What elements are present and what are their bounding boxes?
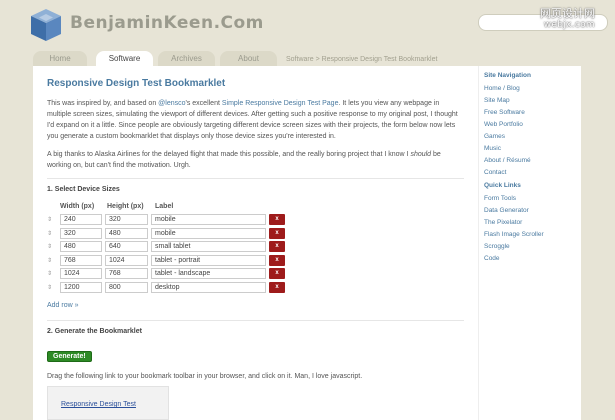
page-title: Responsive Design Test Bookmarklet <box>47 78 226 89</box>
watermark-line-1: 网页设计网 <box>540 7 595 20</box>
height-input[interactable]: 320 <box>105 214 148 226</box>
height-input[interactable]: 640 <box>105 241 148 253</box>
divider <box>47 178 464 179</box>
sidebar-item-pixelator[interactable]: The Pixelator <box>484 217 581 229</box>
sidebar-item-flash-image-scroller[interactable]: Flash Image Scroller <box>484 229 581 241</box>
sidebar-item-site-map[interactable]: Site Map <box>484 95 581 107</box>
drag-handle-icon[interactable]: ⇕ <box>47 284 60 291</box>
width-input[interactable]: 240 <box>60 214 102 226</box>
sidebar-nav-title: Site Navigation <box>484 72 531 79</box>
divider <box>47 320 464 321</box>
intro-paragraph: This was inspired by, and based on @lens… <box>47 100 458 140</box>
delete-row-button[interactable]: x <box>269 227 285 239</box>
sidebar-item-code[interactable]: Code <box>484 253 581 265</box>
table-row: ⇕ 1024 768 tablet - landscape x <box>47 267 464 281</box>
sidebar-item-web-portfolio[interactable]: Web Portfolio <box>484 119 581 131</box>
table-row: ⇕ 480 640 small tablet x <box>47 240 464 254</box>
lensco-link[interactable]: @lensco <box>158 100 185 107</box>
tab-software[interactable]: Software <box>96 51 153 67</box>
section-generate-title: 2. Generate the Bookmarklet <box>47 328 142 335</box>
generate-button[interactable]: Generate! <box>47 351 92 362</box>
label-input[interactable]: tablet - portrait <box>151 254 266 266</box>
drag-handle-icon[interactable]: ⇕ <box>47 257 60 264</box>
label-input[interactable]: small tablet <box>151 241 266 253</box>
width-input[interactable]: 480 <box>60 241 102 253</box>
add-row-link[interactable]: Add row » <box>47 302 464 309</box>
height-input[interactable]: 480 <box>105 227 148 239</box>
sidebar-item-music[interactable]: Music <box>484 143 581 155</box>
height-input[interactable]: 768 <box>105 268 148 280</box>
test-page-link[interactable]: Simple Responsive Design Test Page <box>222 100 339 107</box>
width-input[interactable]: 1200 <box>60 281 102 293</box>
table-row: ⇕ 320 480 mobile x <box>47 227 464 241</box>
drag-instructions: Drag the following link to your bookmark… <box>47 373 363 380</box>
height-input[interactable]: 800 <box>105 281 148 293</box>
col-height: Height (px) <box>107 203 144 210</box>
bookmarklet-box: Responsive Design Test <box>47 386 169 420</box>
device-table-header: Width (px) Height (px) Label <box>60 203 464 210</box>
sidebar-item-contact[interactable]: Contact <box>484 167 581 179</box>
breadcrumb: Software > Responsive Design Test Bookma… <box>286 56 438 63</box>
tab-archives[interactable]: Archives <box>158 51 215 67</box>
label-input[interactable]: mobile <box>151 227 266 239</box>
col-width: Width (px) <box>60 203 95 210</box>
drag-handle-icon[interactable]: ⇕ <box>47 243 60 250</box>
width-input[interactable]: 320 <box>60 227 102 239</box>
table-row: ⇕ 768 1024 tablet - portrait x <box>47 254 464 268</box>
tab-home[interactable]: Home <box>33 51 87 67</box>
delete-row-button[interactable]: x <box>269 241 285 253</box>
sidebar-item-free-software[interactable]: Free Software <box>484 107 581 119</box>
sidebar-item-games[interactable]: Games <box>484 131 581 143</box>
width-input[interactable]: 1024 <box>60 268 102 280</box>
col-label: Label <box>155 203 174 210</box>
delete-row-button[interactable]: x <box>269 254 285 266</box>
watermark-line-2: webjx.com <box>543 20 595 30</box>
sidebar-item-form-tools[interactable]: Form Tools <box>484 193 581 205</box>
label-input[interactable]: tablet - landscape <box>151 268 266 280</box>
delete-row-button[interactable]: x <box>269 214 285 226</box>
label-input[interactable]: mobile <box>151 214 266 226</box>
width-input[interactable]: 768 <box>60 254 102 266</box>
sidebar-item-data-generator[interactable]: Data Generator <box>484 205 581 217</box>
cube-logo-icon[interactable] <box>28 7 64 43</box>
sidebar-item-about-resume[interactable]: About / Résumé <box>484 155 581 167</box>
sidebar-item-scroggle[interactable]: Scroggle <box>484 241 581 253</box>
sidebar-quick-links-title: Quick Links <box>484 182 521 189</box>
label-input[interactable]: desktop <box>151 281 266 293</box>
table-row: ⇕ 240 320 mobile x <box>47 213 464 227</box>
main-content: Responsive Design Test Bookmarklet This … <box>33 66 478 420</box>
section-device-sizes-title: 1. Select Device Sizes <box>47 186 120 193</box>
table-row: ⇕ 1200 800 desktop x <box>47 281 464 295</box>
height-input[interactable]: 1024 <box>105 254 148 266</box>
sidebar-item-home-blog[interactable]: Home / Blog <box>484 83 581 95</box>
watermark: 网页设计网 webjx.com <box>540 8 595 31</box>
sidebar: Site Navigation Home / Blog Site Map Fre… <box>478 66 581 420</box>
drag-handle-icon[interactable]: ⇕ <box>47 230 60 237</box>
bookmarklet-link[interactable]: Responsive Design Test <box>61 401 136 408</box>
delete-row-button[interactable]: x <box>269 268 285 280</box>
site-name[interactable]: BenjaminKeen.Com <box>70 13 264 33</box>
tab-about[interactable]: About <box>220 51 277 67</box>
thanks-paragraph: A big thanks to Alaska Airlines for the … <box>47 151 441 169</box>
delete-row-button[interactable]: x <box>269 281 285 293</box>
drag-handle-icon[interactable]: ⇕ <box>47 216 60 223</box>
drag-handle-icon[interactable]: ⇕ <box>47 270 60 277</box>
